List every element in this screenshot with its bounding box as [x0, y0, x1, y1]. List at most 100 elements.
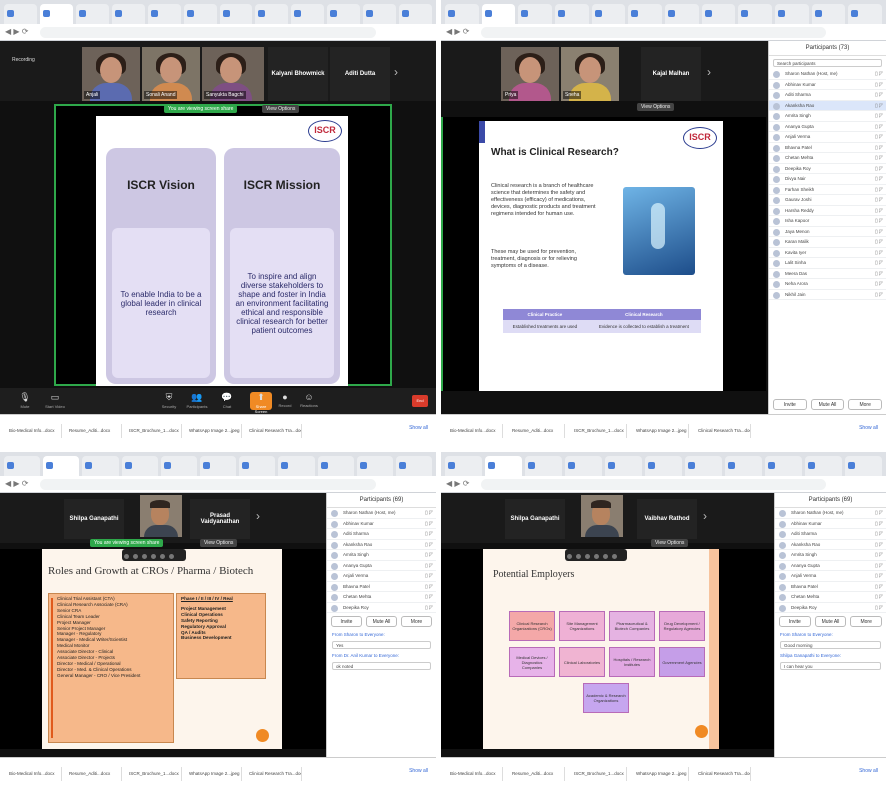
video-tile[interactable]: Sonali Anand	[142, 47, 200, 101]
show-all-link[interactable]: Show all	[409, 425, 428, 431]
participant-row[interactable]: Abhinav Kumar	[775, 519, 886, 529]
browser-tab[interactable]	[725, 456, 762, 476]
participant-row[interactable]: Sharon Nathan (Host, me)	[769, 69, 886, 80]
browser-tab-active[interactable]	[39, 4, 73, 24]
video-tile[interactable]: Sanyukta Bagchi	[202, 47, 264, 101]
participant-row[interactable]: Anjali Verma	[775, 571, 886, 582]
browser-tab[interactable]	[160, 456, 197, 476]
show-all-link[interactable]: Show all	[859, 425, 878, 431]
participant-row[interactable]: Sharon Nathan (Host, me)	[775, 508, 886, 519]
browser-tab[interactable]	[701, 4, 736, 24]
mute-button[interactable]: 🎙 Mute	[14, 392, 36, 410]
browser-tab[interactable]	[665, 4, 699, 24]
chevron-right-icon[interactable]: ›	[256, 509, 260, 523]
nav-arrows-icon[interactable]: ◀ ▶ ⟳	[5, 479, 28, 488]
browser-tab[interactable]	[765, 456, 802, 476]
browser-tab[interactable]	[111, 4, 145, 24]
participant-row[interactable]: Amrita Singh	[327, 550, 436, 561]
download-item[interactable]: Bio-Medical Info...docx	[6, 767, 62, 781]
browser-tab[interactable]	[845, 456, 882, 476]
browser-tab[interactable]	[317, 456, 354, 476]
security-button[interactable]: ⛨ Security	[158, 392, 180, 410]
participant-row[interactable]: Abhinav Kumar	[769, 80, 886, 90]
browser-tab[interactable]	[4, 4, 37, 24]
mute-all-button[interactable]: Mute All	[810, 399, 845, 410]
participant-row[interactable]: Abhinav Kumar	[327, 519, 436, 529]
participant-row[interactable]: Ananya Gupta	[769, 122, 886, 132]
view-options-button[interactable]: View Options	[262, 105, 300, 113]
browser-tab[interactable]	[395, 456, 433, 476]
participant-row[interactable]: Anjali Verma	[327, 571, 436, 582]
video-tile[interactable]: Priya	[501, 47, 559, 101]
browser-tab[interactable]	[363, 4, 397, 24]
download-item[interactable]: WhatsApp Image 2...jpeg	[633, 424, 689, 438]
download-item[interactable]: ISCR_Brochure_1...docx	[571, 424, 627, 438]
participant-row[interactable]: Deepika Roy	[327, 603, 436, 613]
video-tile[interactable]	[140, 495, 182, 537]
video-tile[interactable]: Sneha	[561, 47, 619, 101]
download-item[interactable]: Clinical Research Tra...docx	[246, 424, 302, 438]
browser-tab[interactable]	[565, 456, 602, 476]
download-item[interactable]: ISCR_Brochure_1...docx	[126, 424, 182, 438]
participant-row[interactable]: Amrita Singh	[769, 111, 886, 122]
participant-row[interactable]: Aditi Sharma	[769, 90, 886, 101]
browser-tab[interactable]	[525, 456, 562, 476]
url-field[interactable]	[40, 479, 376, 490]
browser-tab[interactable]	[848, 4, 883, 24]
participant-row[interactable]: Aditi Sharma	[327, 529, 436, 540]
video-tile[interactable]: Anjali	[82, 47, 140, 101]
participant-row[interactable]: Karan Malik	[769, 237, 886, 248]
reactions-button[interactable]: ☺ Reactions	[298, 392, 320, 410]
browser-tab[interactable]	[327, 4, 361, 24]
browser-tab[interactable]	[775, 4, 809, 24]
browser-tab[interactable]	[199, 456, 237, 476]
participant-row[interactable]: Lalit Sinha	[769, 258, 886, 269]
invite-button[interactable]: Invite	[331, 616, 362, 627]
browser-tab[interactable]	[278, 456, 315, 476]
name-tile[interactable]: Prasad Vaidyanathan	[190, 499, 250, 539]
participant-row[interactable]: Ananya Gupta	[327, 561, 436, 571]
participant-row[interactable]: Kavita Iyer	[769, 248, 886, 258]
browser-tab[interactable]	[291, 4, 325, 24]
download-item[interactable]: Resume_Aditi...docx	[509, 767, 565, 781]
participant-row[interactable]: Anjali Verma	[769, 132, 886, 143]
download-item[interactable]: Clinical Research Tra...docx	[246, 767, 302, 781]
name-tile[interactable]: Shilpa Ganapathi	[64, 499, 124, 539]
participant-row[interactable]: Aditi Sharma	[775, 529, 886, 540]
download-item[interactable]: Resume_Aditi...docx	[66, 767, 122, 781]
nav-arrows-icon[interactable]: ◀ ▶ ⟳	[446, 27, 469, 36]
participant-row[interactable]: Bhavna Patel	[775, 582, 886, 592]
participant-row[interactable]: Akanksha Rao	[327, 540, 436, 550]
show-all-link[interactable]: Show all	[409, 768, 428, 774]
more-button[interactable]: More	[848, 399, 883, 410]
browser-tab[interactable]	[356, 456, 393, 476]
download-item[interactable]: Bio-Medical Info...docx	[6, 424, 62, 438]
address-bar[interactable]: ◀ ▶ ⟳	[0, 476, 436, 493]
participants-button[interactable]: 👥 Participants	[186, 392, 208, 410]
download-item[interactable]: Bio-Medical Info...docx	[447, 424, 503, 438]
mute-all-button[interactable]: Mute All	[366, 616, 397, 627]
participant-row[interactable]: Chetan Mehta	[327, 592, 436, 603]
participant-row[interactable]: Chetan Mehta	[775, 592, 886, 603]
browser-tab[interactable]	[219, 4, 253, 24]
browser-tab[interactable]	[805, 456, 842, 476]
download-item[interactable]: Resume_Aditi...docx	[66, 424, 122, 438]
view-options-button[interactable]: View Options	[200, 539, 238, 547]
download-item[interactable]: WhatsApp Image 2...jpeg	[633, 767, 689, 781]
browser-tab-active[interactable]	[481, 4, 516, 24]
participant-row[interactable]: Neha Arora	[769, 279, 886, 290]
browser-tab[interactable]	[239, 456, 276, 476]
participant-row[interactable]: Ananya Gupta	[775, 561, 886, 571]
download-item[interactable]: WhatsApp Image 2...jpeg	[186, 424, 242, 438]
browser-tab[interactable]	[628, 4, 663, 24]
share-screen-button[interactable]: ⬆ Share Screen	[250, 392, 272, 414]
nav-arrows-icon[interactable]: ◀ ▶ ⟳	[446, 479, 469, 488]
chat-button[interactable]: 💬 Chat	[216, 392, 238, 410]
participant-row[interactable]: Jaya Menon	[769, 227, 886, 237]
browser-tab[interactable]	[183, 4, 217, 24]
view-options-button[interactable]: View Options	[637, 103, 675, 111]
invite-button[interactable]: Invite	[773, 399, 807, 410]
address-bar[interactable]: ◀ ▶ ⟳	[441, 476, 886, 493]
participant-row[interactable]: Akanksha Rao	[769, 100, 886, 111]
browser-tab[interactable]	[591, 4, 626, 24]
